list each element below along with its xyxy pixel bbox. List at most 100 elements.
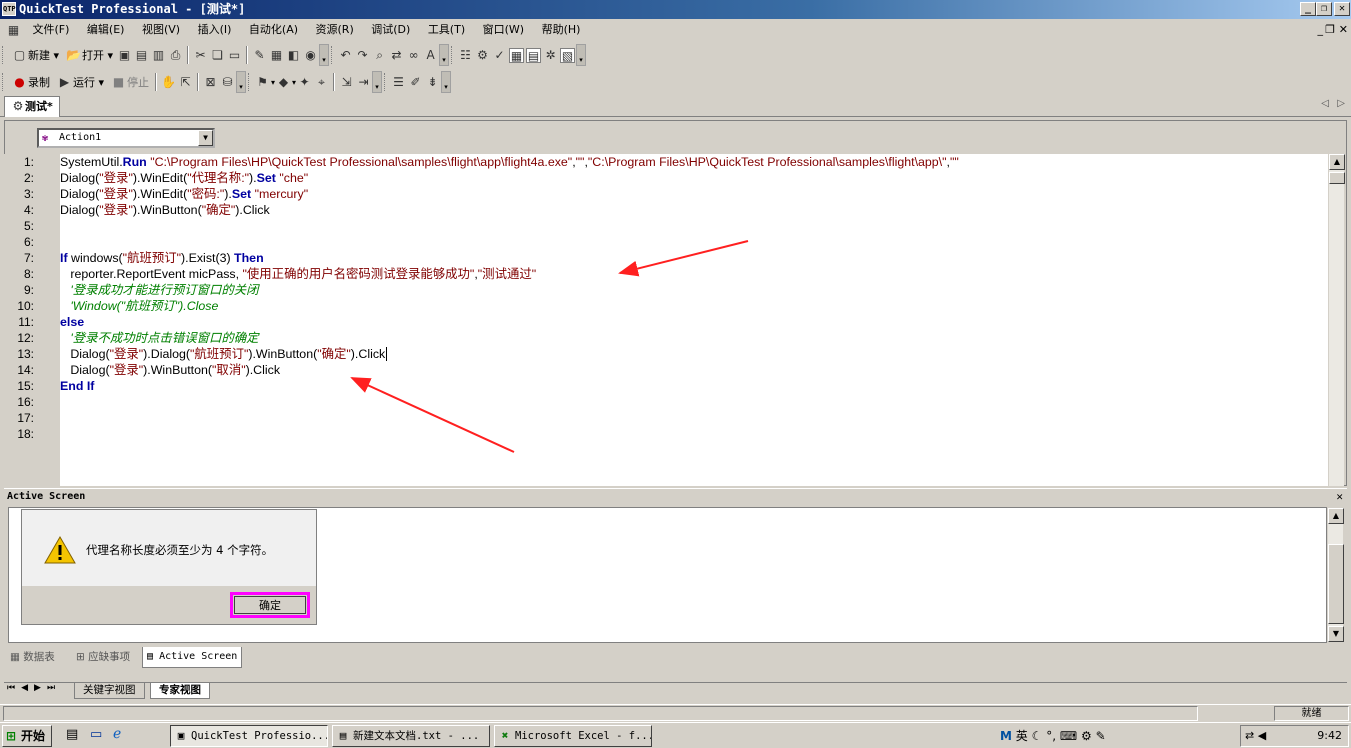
menu-automation[interactable]: 自动化(A)	[242, 19, 305, 41]
menu-window[interactable]: 窗口(W)	[476, 19, 531, 41]
dropdown-arrow[interactable]: ▾	[271, 78, 275, 87]
insert-output-icon[interactable]: ◆	[276, 75, 291, 90]
open-button[interactable]: 📂 打开 ▾	[63, 45, 115, 65]
save-icon[interactable]: ▣	[117, 48, 132, 63]
record-button[interactable]: ● 录制	[9, 72, 52, 92]
toolbar-grip[interactable]	[451, 46, 454, 64]
insert-checkpoint-icon[interactable]: ⚑	[255, 75, 270, 90]
menu-help[interactable]: 帮助(H)	[535, 19, 588, 41]
find-icon[interactable]: ⌕	[372, 48, 387, 63]
db-checkpoint-icon[interactable]: ⛁	[220, 75, 235, 90]
scroll-thumb[interactable]	[1329, 172, 1345, 184]
tab-nav-arrows[interactable]: ⏮◀▶⏭	[7, 683, 61, 693]
editor-scrollbar[interactable]: ▲	[1328, 154, 1345, 486]
moon-icon[interactable]: ☾	[1032, 729, 1043, 743]
scroll-thumb[interactable]	[1328, 544, 1344, 624]
tab-data-table[interactable]: ▦ 数据表	[6, 647, 59, 668]
start-button[interactable]: ⊞ 开始	[2, 725, 52, 747]
tab-test[interactable]: ⚙ 测试*	[4, 96, 60, 117]
toolbar-grip[interactable]	[384, 73, 387, 91]
paste-icon[interactable]: ▭	[227, 48, 242, 63]
edit-icon[interactable]: ✎	[252, 48, 267, 63]
toolbar-overflow-chevron[interactable]: ▾	[439, 44, 450, 66]
toolbar-overflow-chevron[interactable]: ▾	[236, 71, 247, 93]
punctuation-icon[interactable]: °,	[1046, 729, 1056, 743]
run-button[interactable]: ▶ 运行 ▾	[54, 72, 106, 92]
menu-view[interactable]: 视图(V)	[135, 19, 187, 41]
chevron-down-icon[interactable]: ▼	[198, 130, 213, 146]
tree-view-icon[interactable]: ☷	[458, 48, 473, 63]
tab-scroll-left-icon[interactable]: ◁	[1321, 98, 1329, 109]
data-table-icon[interactable]: ▦	[509, 47, 525, 63]
toolbar-overflow-chevron[interactable]: ▾	[372, 71, 383, 93]
ok-button[interactable]: 确定	[230, 592, 310, 618]
missing-resources-icon[interactable]: ▧	[560, 47, 576, 63]
menu-resources[interactable]: 资源(R)	[309, 19, 361, 41]
task-notepad[interactable]: ▤ 新建文本文档.txt - ...	[332, 725, 490, 747]
scroll-down-icon[interactable]: ▼	[1328, 626, 1344, 642]
dropdown-arrow[interactable]: ▾	[292, 78, 296, 87]
step-over-icon[interactable]: ⇥	[356, 75, 371, 90]
scroll-up-icon[interactable]: ▲	[1329, 154, 1345, 170]
menu-debug[interactable]: 调试(D)	[364, 19, 417, 41]
scroll-up-icon[interactable]: ▲	[1328, 508, 1344, 524]
debug-viewer-icon[interactable]: ✲	[543, 48, 558, 63]
toolbar-overflow-chevron[interactable]: ▾	[441, 71, 452, 93]
step-into-icon[interactable]: ⇲	[339, 75, 354, 90]
keyboard-icon[interactable]: ⌨	[1060, 729, 1077, 743]
undo-icon[interactable]: ↶	[338, 48, 353, 63]
active-screen-icon[interactable]: ▤	[526, 47, 542, 63]
binoculars-icon[interactable]: ∞	[406, 48, 421, 63]
volume-icon[interactable]: ◀	[1258, 729, 1266, 742]
tab-active-screen[interactable]: ▤ Active Screen	[142, 647, 243, 668]
clock[interactable]: 9:42	[1317, 726, 1342, 746]
tab-expert-view[interactable]: 专家视图	[150, 683, 210, 699]
toolbar-grip[interactable]	[331, 46, 334, 64]
low-level-recording-icon[interactable]: ⇱	[178, 75, 193, 90]
spell-check-icon[interactable]: A	[423, 48, 438, 63]
transaction-icon[interactable]: ⌖	[314, 75, 329, 90]
task-qtp[interactable]: ▣ QuickTest Professio...	[170, 725, 328, 747]
code-editor[interactable]: SystemUtil.Run "C:\Program Files\HP\Quic…	[60, 154, 1328, 486]
tab-keyword-view[interactable]: 关键字视图	[74, 683, 145, 699]
spy-icon[interactable]: ◉	[303, 48, 318, 63]
mdi-minimize-button[interactable]: _	[1318, 19, 1324, 41]
close-icon[interactable]: ✕	[1336, 489, 1343, 505]
copy-icon[interactable]: ❏	[210, 48, 225, 63]
object-repository-icon[interactable]: ◧	[286, 48, 301, 63]
analog-recording-icon[interactable]: ✋	[161, 75, 176, 90]
step-icon[interactable]: ⊠	[203, 75, 218, 90]
task-excel[interactable]: ✖ Microsoft Excel - f...	[494, 725, 652, 747]
restore-button[interactable]: ❐	[1316, 2, 1332, 16]
action-selector[interactable]: ✾ Action1 ▼	[37, 128, 215, 148]
save-all-icon[interactable]: ▤	[134, 48, 149, 63]
desktop-icon[interactable]: ▭	[90, 727, 102, 742]
checkpoint-icon[interactable]: ✓	[492, 48, 507, 63]
redo-icon[interactable]: ↷	[355, 48, 370, 63]
ime-language[interactable]: 英	[1016, 729, 1028, 743]
menu-insert[interactable]: 插入(I)	[191, 19, 239, 41]
toolbar-grip[interactable]	[2, 46, 5, 64]
active-screen-scrollbar[interactable]: ▲ ▼	[1327, 508, 1344, 642]
mdi-close-button[interactable]: ✕	[1339, 19, 1348, 41]
close-button[interactable]: ✕	[1334, 2, 1350, 16]
menu-file[interactable]: 文件(F)	[26, 19, 77, 41]
new-button[interactable]: ▢ 新建 ▾	[9, 45, 61, 65]
mdi-restore-button[interactable]: ❐	[1325, 19, 1335, 41]
ie-icon[interactable]: ℯ	[113, 726, 121, 742]
cut-icon[interactable]: ✂	[193, 48, 208, 63]
ime-m-icon[interactable]: M	[1000, 729, 1012, 743]
settings-icon[interactable]: ⚙	[1081, 729, 1092, 743]
tab-missing-resources[interactable]: ⊞ 应缺事项	[72, 647, 134, 668]
network-icon[interactable]: ⇄	[1245, 729, 1254, 742]
comment-icon[interactable]: ✐	[408, 75, 423, 90]
show-desktop-icon[interactable]: ▤	[66, 727, 78, 742]
resources-icon[interactable]: ⚙	[475, 48, 490, 63]
tab-scroll-right-icon[interactable]: ▷	[1337, 98, 1345, 109]
stop-button[interactable]: ■ 停止	[108, 72, 151, 92]
list-icon[interactable]: ☰	[391, 75, 406, 90]
tools-icon[interactable]: ✎	[1096, 729, 1106, 743]
toolbar-grip[interactable]	[248, 73, 251, 91]
toolbar-grip[interactable]	[2, 73, 5, 91]
menu-edit[interactable]: 编辑(E)	[80, 19, 132, 41]
